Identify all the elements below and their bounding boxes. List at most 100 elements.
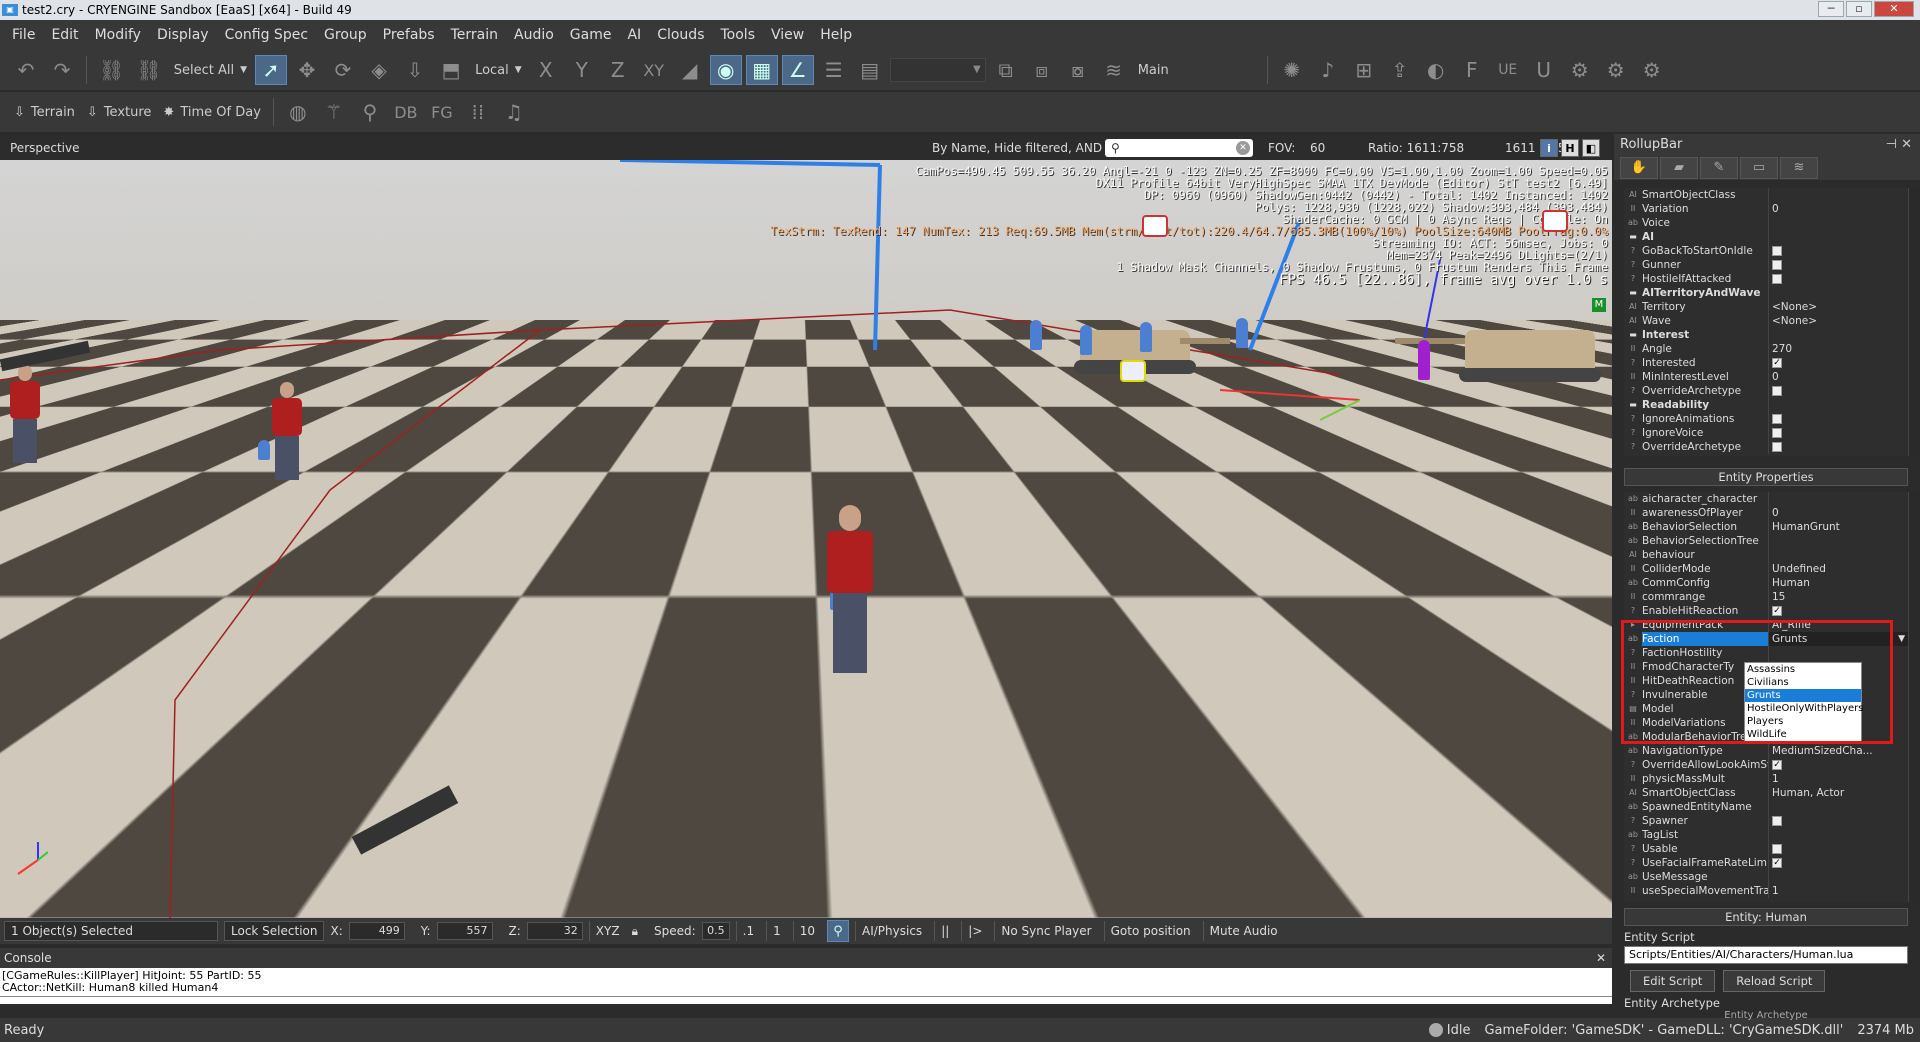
terrain-follow-icon[interactable]: ◢ xyxy=(674,55,706,85)
property-row[interactable]: II physicMassMult 1 xyxy=(1624,772,1908,786)
maximize-viewport-icon[interactable]: ◧ xyxy=(1582,139,1600,157)
checkbox-icon[interactable] xyxy=(1772,414,1782,424)
property-value-cell[interactable] xyxy=(1768,216,1908,230)
property-row[interactable]: AI behaviour xyxy=(1624,548,1908,562)
entity-archetype-field[interactable]: Entity Archetype xyxy=(1624,1010,1908,1022)
fov-value[interactable]: 60 xyxy=(1310,141,1325,155)
menu-config-spec[interactable]: Config Spec xyxy=(217,27,316,43)
property-value-cell[interactable]: 0 xyxy=(1768,506,1908,520)
character-tool-icon[interactable]: U xyxy=(1528,55,1560,85)
database-button[interactable]: DB xyxy=(390,97,422,127)
property-row[interactable]: ? EnableHitReaction ✓ xyxy=(1624,604,1908,618)
property-value-cell[interactable] xyxy=(1768,328,1908,342)
property-value-cell[interactable] xyxy=(1768,188,1908,202)
viewport-mode[interactable]: Perspective xyxy=(0,141,80,155)
ruler-icon[interactable]: ▤ xyxy=(854,55,886,85)
property-row[interactable]: ? OverrideArchetype xyxy=(1624,440,1908,454)
ai-soldier-marker[interactable] xyxy=(1236,318,1248,348)
tab-modeling[interactable]: ✎ xyxy=(1700,157,1738,179)
property-row[interactable]: AI SmartObjectClass xyxy=(1624,188,1908,202)
material-icon[interactable]: ◐ xyxy=(1420,55,1452,85)
property-value-cell[interactable]: ✓ xyxy=(1768,604,1908,618)
property-value-cell[interactable]: Human, Actor xyxy=(1768,786,1908,800)
property-row[interactable]: II ColliderMode Undefined xyxy=(1624,562,1908,576)
axis-xy-button[interactable]: XY xyxy=(638,55,670,85)
property-value-cell[interactable] xyxy=(1768,842,1908,856)
property-value-cell[interactable] xyxy=(1768,492,1908,506)
clear-search-icon[interactable]: ✕ xyxy=(1236,141,1250,155)
tab-terrain[interactable]: ▰ xyxy=(1660,157,1698,179)
snap-to-terrain-icon[interactable]: ⇩ xyxy=(399,55,431,85)
speed-preset-10[interactable]: 10 xyxy=(793,921,821,941)
checkbox-icon[interactable] xyxy=(1772,260,1782,270)
pause-button[interactable]: || xyxy=(934,921,955,941)
property-row[interactable]: ? OverrideArchetype xyxy=(1624,384,1908,398)
texture-button[interactable]: ⇩ Texture xyxy=(83,97,156,127)
property-value-cell[interactable]: 1 xyxy=(1768,772,1908,786)
particles-icon[interactable]: ✺ xyxy=(1276,55,1308,85)
property-row[interactable]: ab aicharacter_character xyxy=(1624,492,1908,506)
property-row[interactable]: ab SpawnedEntityName xyxy=(1624,800,1908,814)
property-row[interactable]: ab CommConfig Human xyxy=(1624,576,1908,590)
console-log[interactable]: [CGameRules::KillPlayer] HitJoint: 55 Pa… xyxy=(0,968,1612,996)
property-row[interactable]: ▬ AITerritoryAndWave xyxy=(1624,286,1908,300)
property-value-cell[interactable] xyxy=(1768,272,1908,286)
property-value-cell[interactable]: 1 xyxy=(1768,884,1908,898)
entity-icon[interactable] xyxy=(1142,215,1168,237)
menu-clouds[interactable]: Clouds xyxy=(649,27,712,43)
property-value[interactable]: 1 xyxy=(1772,773,1779,785)
archetype-scrollbar[interactable] xyxy=(1908,188,1920,456)
property-row[interactable]: ? Interested ✓ xyxy=(1624,356,1908,370)
reload-script-button[interactable]: Reload Script xyxy=(1723,970,1825,992)
goto-position-button[interactable]: Goto position xyxy=(1104,921,1197,941)
camera-entity-icon[interactable] xyxy=(1120,360,1146,382)
flowgraph-button[interactable]: FG xyxy=(426,97,458,127)
menu-display[interactable]: Display xyxy=(149,27,217,43)
vegetation-icon[interactable]: ⚚ xyxy=(318,97,350,127)
menu-help[interactable]: Help xyxy=(812,27,860,43)
angle-snap-icon[interactable]: ∠ xyxy=(782,55,814,85)
menu-modify[interactable]: Modify xyxy=(87,27,149,43)
unlink-icon[interactable]: ⛓ xyxy=(132,55,165,85)
property-value[interactable]: 0 xyxy=(1772,371,1779,383)
menu-file[interactable]: File xyxy=(4,27,43,43)
move-tool-icon[interactable]: ✥ xyxy=(291,55,323,85)
x-coordinate-input[interactable]: 499 xyxy=(349,922,405,940)
checkbox-icon[interactable]: ✓ xyxy=(1772,358,1782,368)
property-row[interactable]: ▬ AI xyxy=(1624,230,1908,244)
property-value-cell[interactable] xyxy=(1768,426,1908,440)
maximize-button[interactable]: ▫ xyxy=(1846,1,1872,17)
lock-selection-button[interactable]: Lock Selection xyxy=(224,921,324,941)
layers-icon[interactable]: ≋ xyxy=(1098,55,1130,85)
axis-z-button[interactable]: Z xyxy=(602,55,634,85)
viewport-filter-mode[interactable]: By Name, Hide filtered, AND xyxy=(932,141,1102,155)
property-row[interactable]: ? OverrideAllowLookAimStr ✓ xyxy=(1624,758,1908,772)
property-value-cell[interactable]: ✓ xyxy=(1768,356,1908,370)
select-all-dropdown[interactable]: Select All ▼ xyxy=(170,58,251,82)
character-icon[interactable]: ⚲ xyxy=(354,97,386,127)
property-row[interactable]: II useSpecialMovementTrar 1 xyxy=(1624,884,1908,898)
property-row[interactable]: AI Wave <None> xyxy=(1624,314,1908,328)
tank[interactable] xyxy=(1465,330,1595,374)
physics-icon[interactable]: ⧉ xyxy=(990,55,1022,85)
human-character[interactable] xyxy=(8,365,42,463)
property-value-cell[interactable]: Human xyxy=(1768,576,1908,590)
property-value-cell[interactable]: MediumSizedCha... xyxy=(1768,744,1908,758)
console-input[interactable] xyxy=(0,996,1612,1004)
property-row[interactable]: ? HostileIfAttacked xyxy=(1624,272,1908,286)
snap-to-object-icon[interactable]: ⬒ xyxy=(435,55,467,85)
property-value-cell[interactable] xyxy=(1768,412,1908,426)
link-icon[interactable]: ⛓ xyxy=(95,55,128,85)
checkbox-icon[interactable]: ✓ xyxy=(1772,760,1782,770)
property-row[interactable]: ? Spawner xyxy=(1624,814,1908,828)
property-row[interactable]: ? Gunner xyxy=(1624,258,1908,272)
checkbox-icon[interactable] xyxy=(1772,844,1782,854)
property-value-cell[interactable] xyxy=(1768,800,1908,814)
property-value-cell[interactable]: 0 xyxy=(1768,202,1908,216)
mute-audio-button[interactable]: Mute Audio xyxy=(1203,921,1284,941)
database-icon[interactable]: ⊞ xyxy=(1348,55,1380,85)
property-value[interactable]: HumanGrunt xyxy=(1772,521,1840,533)
menu-view[interactable]: View xyxy=(763,27,812,43)
game-mode-icon[interactable]: ⚲ xyxy=(827,920,849,942)
terrain-button[interactable]: ⇩ Terrain xyxy=(10,97,79,127)
